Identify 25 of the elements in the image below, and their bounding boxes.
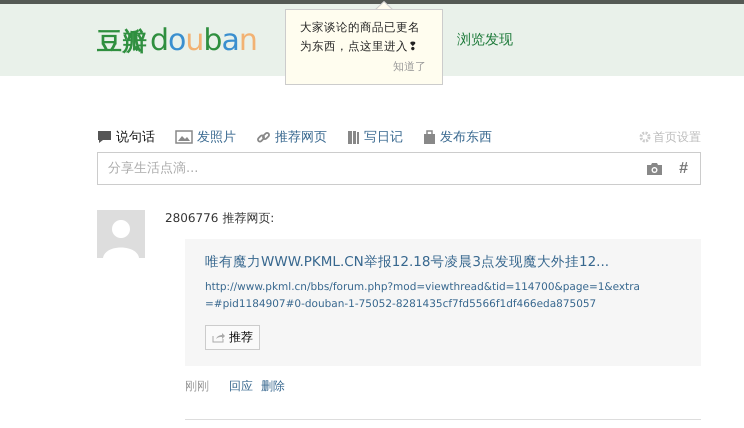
link-title[interactable]: 唯有魔力WWW.PKML.CN举报12.18号凌晨3点发现魔大外挂12... bbox=[205, 253, 681, 271]
douban-logo[interactable]: 豆瓣douban bbox=[97, 22, 257, 58]
action-link[interactable]: 删除 bbox=[261, 378, 285, 395]
share-icon bbox=[212, 332, 225, 343]
composer-tab[interactable]: 推荐网页 bbox=[256, 128, 327, 146]
share-input[interactable]: 分享生活点滴... # bbox=[97, 152, 701, 185]
nav-link[interactable]: 浏览发现 bbox=[456, 31, 513, 49]
camera-icon[interactable] bbox=[646, 162, 664, 176]
link-icon bbox=[256, 130, 271, 144]
composer-tab[interactable]: 写日记 bbox=[347, 128, 403, 146]
speech-bubble-icon bbox=[97, 130, 112, 144]
picture-frame-icon bbox=[175, 130, 193, 144]
tooltip-message: 大家谈论的商品已更名为东西，点这里进入❢ bbox=[300, 19, 421, 55]
composer-tab[interactable]: 发布东西 bbox=[423, 128, 492, 146]
book-icon bbox=[347, 130, 360, 144]
recommend-button[interactable]: 推荐 bbox=[205, 325, 260, 350]
settings-icon bbox=[639, 131, 651, 143]
timestamp: 刚刚 bbox=[185, 378, 209, 395]
composer-tab[interactable]: 发照片 bbox=[175, 128, 236, 146]
composer-tab[interactable]: 说句话 bbox=[97, 128, 155, 146]
hashtag-button[interactable]: # bbox=[679, 160, 688, 178]
bag-icon bbox=[423, 130, 436, 144]
link-url[interactable]: http://www.pkml.cn/bbs/forum.php?mod=viewthread&tid=114700&page=1&extra=#pid1184907#0-douban-1-75052-8281435cf7fd5566f1df466eda875057 bbox=[205, 279, 645, 313]
action-link[interactable]: 回应 bbox=[229, 378, 253, 395]
feed-header-text: 2806776 推荐网页: bbox=[165, 210, 276, 227]
